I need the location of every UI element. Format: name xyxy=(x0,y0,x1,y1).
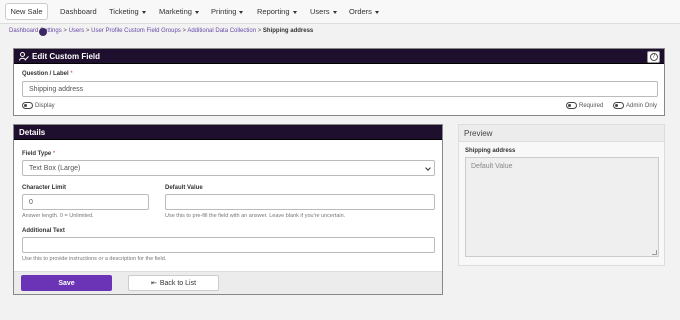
char-limit-label: Character Limit xyxy=(22,185,67,191)
nav-orders[interactable]: Orders xyxy=(349,7,379,16)
nav-ticketing[interactable]: Ticketing xyxy=(109,7,146,16)
preview-placeholder: Default Value xyxy=(471,163,513,170)
preview-panel: Preview Shipping address Default Value xyxy=(458,124,665,266)
nav-users[interactable]: Users xyxy=(310,7,337,16)
question-label: Question / Label * xyxy=(22,71,73,77)
field-type-select[interactable]: Text Box (Large) xyxy=(22,160,435,176)
details-panel-title: Details xyxy=(19,127,46,137)
chevron-down-icon xyxy=(374,10,379,14)
back-arrow-icon: ⇤ xyxy=(150,280,157,287)
user-edit-icon xyxy=(19,51,29,61)
breadcrumb-collection[interactable]: Additional Data Collection xyxy=(187,28,256,34)
breadcrumb-separator: > xyxy=(257,28,262,34)
default-value-input[interactable] xyxy=(165,194,435,210)
details-panel: Details Field Type * Text Box (Large) Ch… xyxy=(13,124,443,295)
field-type-label-text: Field Type xyxy=(22,151,52,157)
question-input[interactable]: Shipping address xyxy=(22,81,658,97)
edit-panel-header: Edit Custom Field xyxy=(14,49,664,64)
default-value-label: Default Value xyxy=(165,185,203,191)
additional-text-input[interactable] xyxy=(22,237,435,253)
nav-marketing-label: Marketing xyxy=(159,7,192,16)
question-label-text: Question / Label xyxy=(22,71,69,77)
required-marker: * xyxy=(70,71,73,77)
char-limit-help: Answer length. 0 = Unlimited. xyxy=(22,213,94,219)
default-value-help: Use this to pre-fill the field with an a… xyxy=(165,213,346,219)
preview-field-label: Shipping address xyxy=(465,148,516,154)
details-panel-header: Details xyxy=(14,125,442,140)
toggle-switch-icon[interactable] xyxy=(22,102,33,109)
admin-only-label: Admin Only xyxy=(626,102,658,109)
additional-text-label: Additional Text xyxy=(22,228,65,234)
nav-users-label: Users xyxy=(310,7,330,16)
chevron-down-icon xyxy=(425,165,431,171)
admin-only-toggle[interactable]: Admin Only xyxy=(613,102,657,109)
breadcrumb-dashboard[interactable]: Dashboard xyxy=(9,28,38,34)
field-type-value: Text Box (Large) xyxy=(29,164,81,172)
toggle-switch-icon[interactable] xyxy=(613,102,624,109)
cursor-icon xyxy=(39,28,47,36)
breadcrumb-separator: > xyxy=(85,28,90,34)
question-icon: ? xyxy=(649,53,658,61)
nav-orders-label: Orders xyxy=(349,7,372,16)
required-toggle[interactable]: Required xyxy=(566,102,603,109)
breadcrumb-groups[interactable]: User Profile Custom Field Groups xyxy=(91,28,181,34)
nav-printing[interactable]: Printing xyxy=(211,7,244,16)
nav-ticketing-label: Ticketing xyxy=(109,7,139,16)
breadcrumb-separator: > xyxy=(182,28,186,34)
help-button[interactable]: ? xyxy=(647,51,660,63)
chevron-down-icon xyxy=(332,10,337,14)
breadcrumb: Dashboard Settings > Users > User Profil… xyxy=(9,28,313,34)
details-footer: Save ⇤ Back to List xyxy=(14,271,442,294)
top-nav: New Sale Dashboard Ticketing Marketing P… xyxy=(0,0,680,24)
preview-textarea: Default Value xyxy=(465,157,659,257)
chevron-down-icon xyxy=(239,10,244,14)
nav-dashboard[interactable]: Dashboard xyxy=(60,7,97,16)
nav-reporting[interactable]: Reporting xyxy=(257,7,297,16)
display-label: Display xyxy=(35,102,55,109)
back-to-list-button[interactable]: ⇤ Back to List xyxy=(128,275,219,291)
nav-dashboard-label: Dashboard xyxy=(60,7,97,16)
chevron-down-icon xyxy=(292,10,297,14)
display-toggle[interactable]: Display xyxy=(22,102,55,109)
new-sale-button[interactable]: New Sale xyxy=(5,3,48,20)
chevron-down-icon xyxy=(194,10,199,14)
save-button[interactable]: Save xyxy=(21,275,112,291)
back-to-list-label: Back to List xyxy=(159,279,197,287)
char-limit-input[interactable]: 0 xyxy=(22,194,149,210)
chevron-down-icon xyxy=(141,10,146,14)
preview-header: Preview xyxy=(459,125,664,142)
resize-handle-icon xyxy=(652,250,657,255)
breadcrumb-current: Shipping address xyxy=(262,28,314,34)
required-marker: * xyxy=(52,151,56,157)
additional-text-help: Use this to provide instructions or a de… xyxy=(22,256,167,262)
nav-printing-label: Printing xyxy=(211,7,237,16)
nav-reporting-label: Reporting xyxy=(257,7,290,16)
breadcrumb-separator: > xyxy=(63,28,67,34)
nav-marketing[interactable]: Marketing xyxy=(159,7,199,16)
field-type-label: Field Type * xyxy=(22,151,55,157)
breadcrumb-users[interactable]: Users xyxy=(69,28,85,34)
required-label: Required xyxy=(579,102,604,109)
toggle-switch-icon[interactable] xyxy=(566,102,577,109)
edit-panel-title: Edit Custom Field xyxy=(32,51,100,61)
edit-custom-field-panel: Edit Custom Field ? Question / Label * S… xyxy=(13,48,665,116)
